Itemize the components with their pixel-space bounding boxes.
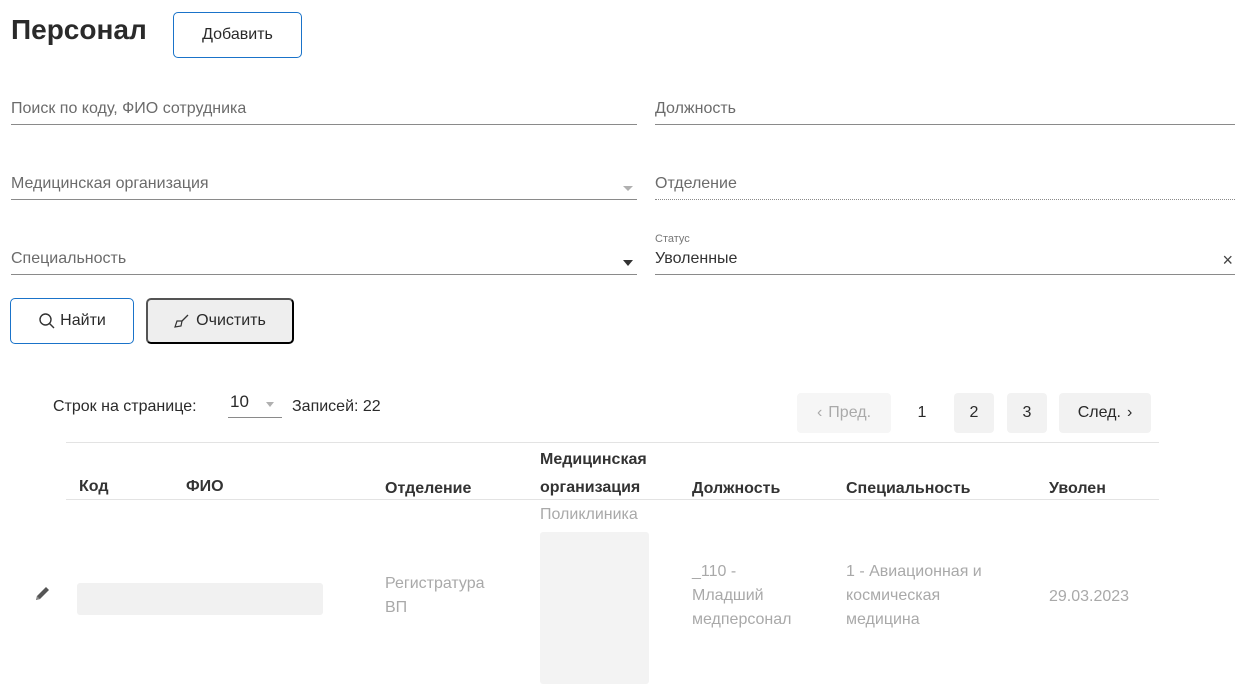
close-icon[interactable]: × — [1222, 251, 1233, 269]
position-cell: _110 - Младший медперсонал — [692, 560, 792, 632]
next-label: След. — [1077, 404, 1121, 421]
clear-label: Очистить — [196, 312, 266, 329]
rows-per-page-value: 10 — [230, 392, 249, 411]
find-button[interactable]: Найти — [10, 298, 134, 344]
records-count: Записей: 22 — [292, 398, 381, 416]
status-select[interactable]: Статус Уволенные × — [655, 233, 1235, 275]
column-header-dismissed[interactable]: Уволен — [1049, 478, 1106, 500]
department-line: ВП — [385, 599, 408, 616]
specialty-select[interactable]: Специальность — [11, 245, 637, 275]
position-placeholder: Должность — [655, 100, 736, 117]
table-divider — [66, 442, 1159, 443]
org-header-line1: Медицинская — [540, 451, 647, 468]
next-page-button[interactable]: След. › — [1059, 393, 1151, 433]
column-header-code[interactable]: Код — [79, 476, 108, 498]
org-name-top: Поликлиника — [540, 506, 638, 523]
org-header-line2: организация — [540, 479, 641, 496]
page-2-button[interactable]: 2 — [954, 393, 994, 433]
edit-icon[interactable] — [34, 584, 52, 602]
page-title: Персонал — [11, 14, 147, 45]
column-header-organization[interactable]: Медицинская организация — [540, 449, 647, 499]
rows-per-page-select[interactable]: 10 — [228, 392, 282, 418]
column-header-department[interactable]: Отделение — [385, 478, 471, 500]
find-label: Найти — [60, 312, 106, 329]
blurred-code-fio — [77, 583, 323, 615]
dismissed-date: 29.03.2023 — [1049, 588, 1130, 605]
table-header-divider — [66, 499, 1159, 500]
department-cell: Регистратура ВП — [385, 572, 485, 620]
prev-label: Пред. — [828, 404, 872, 421]
chevron-down-icon — [623, 260, 633, 266]
column-header-position[interactable]: Должность — [692, 478, 780, 500]
chevron-down-icon — [266, 402, 274, 407]
broom-icon — [174, 314, 189, 328]
records-label: Записей: — [292, 398, 359, 415]
specialty-placeholder: Специальность — [11, 250, 127, 267]
position-field[interactable]: Должность — [655, 95, 1235, 125]
add-button[interactable]: Добавить — [173, 12, 302, 58]
prev-page-button[interactable]: ‹ Пред. — [797, 393, 891, 433]
specialty-cell: 1 - Авиационная и космическая медицина — [846, 560, 982, 632]
chevron-left-icon: ‹ — [816, 404, 823, 421]
clear-button[interactable]: Очистить — [146, 298, 294, 344]
chevron-right-icon: › — [1126, 404, 1133, 421]
records-value: 22 — [362, 398, 381, 415]
search-input[interactable]: Поиск по коду, ФИО сотрудника — [11, 95, 637, 125]
department-select[interactable]: Отделение — [655, 170, 1235, 200]
page-1-button[interactable]: 1 — [902, 393, 942, 433]
organization-select[interactable]: Медицинская организация — [11, 170, 637, 200]
blurred-organization — [540, 532, 649, 684]
column-header-specialty[interactable]: Специальность — [846, 478, 970, 500]
position-line: медперсонал — [692, 611, 792, 628]
search-icon — [39, 313, 55, 329]
organization-placeholder: Медицинская организация — [11, 175, 209, 192]
rows-per-page-label: Строк на странице: — [53, 398, 197, 415]
specialty-line: 1 - Авиационная и — [846, 563, 982, 580]
position-line: _110 - — [692, 563, 737, 580]
column-header-fio[interactable]: ФИО — [186, 476, 224, 498]
status-label: Статус — [655, 233, 690, 245]
specialty-line: космическая — [846, 587, 941, 604]
status-value: Уволенные — [655, 250, 738, 267]
position-line: Младший — [692, 587, 764, 604]
department-line: Регистратура — [385, 575, 485, 592]
chevron-down-icon — [623, 186, 633, 191]
department-placeholder: Отделение — [655, 175, 737, 192]
search-placeholder: Поиск по коду, ФИО сотрудника — [11, 100, 247, 117]
specialty-line: медицина — [846, 611, 920, 628]
page-3-button[interactable]: 3 — [1007, 393, 1047, 433]
